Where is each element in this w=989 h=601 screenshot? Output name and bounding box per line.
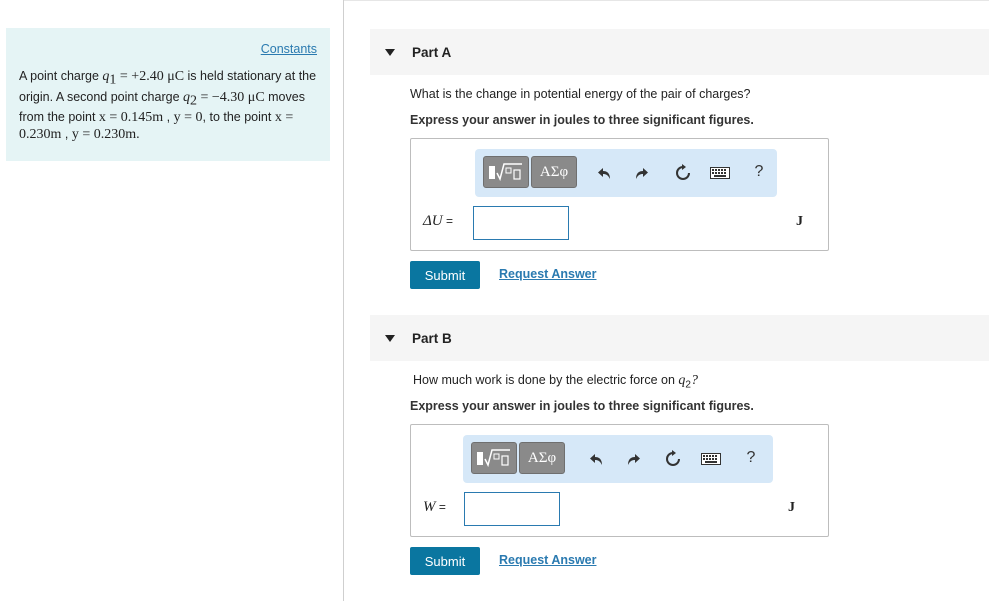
part-a-question: What is the change in potential energy o…: [410, 87, 751, 101]
separator-2: ,: [61, 127, 72, 141]
q2-value: = −4.30 μC: [197, 89, 265, 105]
undo-icon[interactable]: [587, 449, 607, 469]
part-b-variable: W =: [423, 499, 446, 516]
part-a-instruction: Express your answer in joules to three s…: [410, 113, 754, 127]
keyboard-icon[interactable]: [701, 449, 721, 469]
q2-subscript: 2: [190, 93, 198, 108]
part-b-question: How much work is done by the electric fo…: [413, 373, 698, 391]
problem-panel: Constants A point charge q1 = +2.40 μC i…: [6, 28, 330, 161]
part-b-answer-box: ΑΣφ ? W = J: [410, 424, 829, 537]
problem-statement: A point charge q1 = +2.40 μC is held sta…: [19, 68, 319, 143]
separator-1: ,: [163, 110, 174, 124]
templates-button[interactable]: [471, 442, 517, 474]
greek-symbols-button[interactable]: ΑΣφ: [519, 442, 565, 474]
part-b-question-text: How much work is done by the electric fo…: [413, 373, 679, 387]
part-b-instruction: Express your answer in joules to three s…: [410, 399, 754, 413]
help-icon[interactable]: ?: [749, 162, 769, 182]
sqrt-template-icon: [477, 449, 510, 468]
part-b-answer-input[interactable]: [464, 492, 560, 526]
q2-symbol: q: [183, 89, 191, 105]
part-a-variable-symbol: ΔU: [423, 213, 443, 229]
q1-value: = +2.40 μC: [116, 69, 185, 84]
problem-end: .: [136, 127, 140, 142]
part-a-header[interactable]: Part A: [370, 29, 989, 75]
part-b-request-answer-link[interactable]: Request Answer: [499, 553, 596, 567]
reset-icon[interactable]: [673, 163, 693, 183]
part-a-math-toolbar: ΑΣφ ?: [475, 149, 777, 197]
help-icon[interactable]: ?: [741, 448, 761, 468]
part-b-variable-symbol: W: [423, 499, 436, 515]
undo-icon[interactable]: [595, 163, 615, 183]
reset-icon[interactable]: [663, 449, 683, 469]
start-x: x = 0.145m: [98, 110, 164, 125]
part-a-title: Part A: [412, 45, 452, 60]
part-b-math-toolbar: ΑΣφ ?: [463, 435, 773, 483]
redo-icon[interactable]: [623, 449, 643, 469]
greek-symbols-button[interactable]: ΑΣφ: [531, 156, 577, 188]
part-a-variable: ΔU =: [423, 213, 453, 230]
problem-text-4: , to the point: [202, 110, 275, 124]
part-a-equals: =: [442, 214, 453, 228]
problem-text-1: A point charge: [19, 69, 103, 83]
keyboard-icon[interactable]: [710, 163, 730, 183]
part-b-title: Part B: [412, 331, 452, 346]
caret-down-icon[interactable]: [385, 335, 395, 342]
part-a-request-answer-link[interactable]: Request Answer: [499, 267, 596, 281]
sqrt-template-icon: [489, 163, 522, 182]
part-b-question-mark: ?: [690, 373, 698, 388]
part-a-unit: J: [796, 214, 803, 229]
part-b-unit: J: [788, 500, 795, 515]
start-y: y = 0: [173, 110, 203, 125]
caret-down-icon[interactable]: [385, 49, 395, 56]
templates-button[interactable]: [483, 156, 529, 188]
part-b-submit-button[interactable]: Submit: [410, 547, 480, 575]
redo-icon[interactable]: [631, 163, 651, 183]
end-y: y = 0.230m: [71, 127, 137, 142]
constants-link[interactable]: Constants: [261, 42, 317, 56]
part-a-submit-button[interactable]: Submit: [410, 261, 480, 289]
part-b-equals: =: [435, 500, 446, 514]
panel-divider: [343, 0, 344, 601]
part-b-header[interactable]: Part B: [370, 315, 989, 361]
part-a-answer-input[interactable]: [473, 206, 569, 240]
part-a-answer-box: ΑΣφ ? ΔU = J: [410, 138, 829, 251]
top-rule: [344, 0, 989, 1]
